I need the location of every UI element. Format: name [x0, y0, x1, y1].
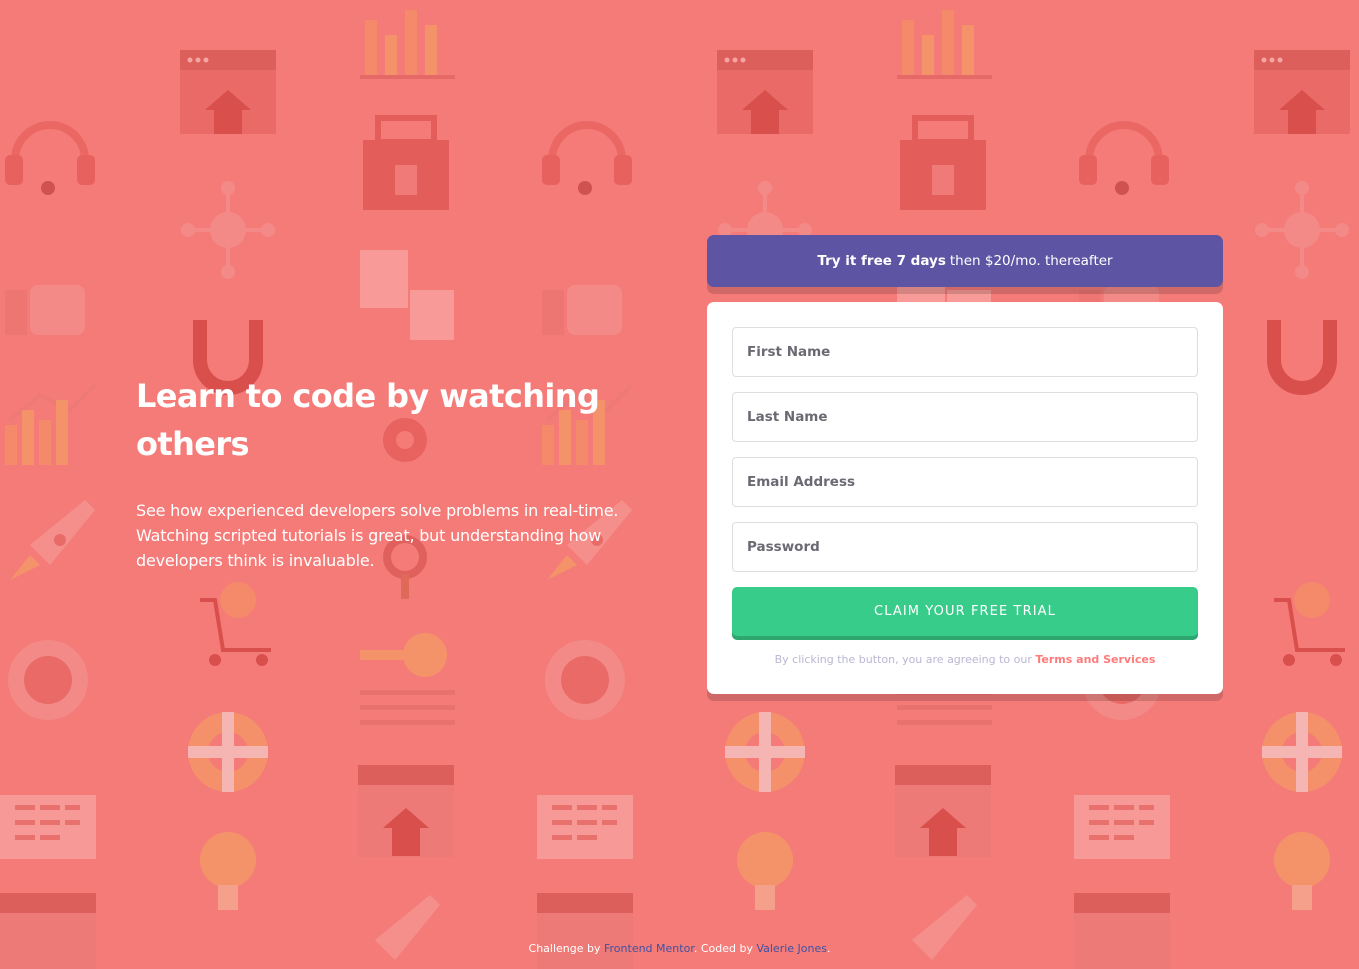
first-name-input[interactable] [747, 344, 1183, 360]
hero-description: See how experienced developers solve pro… [136, 501, 619, 570]
last-name-input[interactable] [747, 409, 1183, 425]
claim-trial-button[interactable]: Claim your free trial [732, 587, 1198, 636]
terms-notice: By clicking the button, you are agreeing… [732, 653, 1198, 666]
signup-form: Claim your free trial By clicking the bu… [707, 302, 1223, 694]
hero-title: Learn to code by watching others [136, 377, 600, 463]
author-link[interactable]: Valerie Jones [756, 942, 827, 955]
email-field-wrapper [732, 457, 1198, 507]
promo-banner: Try it free 7 days then $20/mo. thereaft… [707, 235, 1223, 287]
terms-prefix: By clicking the button, you are agreeing… [774, 653, 1032, 666]
coded-prefix: . Coded by [693, 942, 753, 955]
promo-rest-text: then $20/mo. thereafter [949, 253, 1113, 269]
first-name-field-wrapper [732, 327, 1198, 377]
password-field-wrapper [732, 522, 1198, 572]
password-input[interactable] [747, 539, 1183, 555]
hero-section: Learn to code by watching others See how… [136, 372, 636, 573]
challenge-prefix: Challenge by [528, 942, 601, 955]
last-name-field-wrapper [732, 392, 1198, 442]
email-input[interactable] [747, 474, 1183, 490]
footer-suffix: . [826, 942, 831, 955]
attribution-footer: Challenge by Frontend Mentor. Coded by V… [0, 942, 1359, 955]
promo-bold-text: Try it free 7 days [817, 253, 946, 269]
terms-link[interactable]: Terms and Services [1035, 653, 1155, 666]
frontend-mentor-link[interactable]: Frontend Mentor [604, 942, 694, 955]
